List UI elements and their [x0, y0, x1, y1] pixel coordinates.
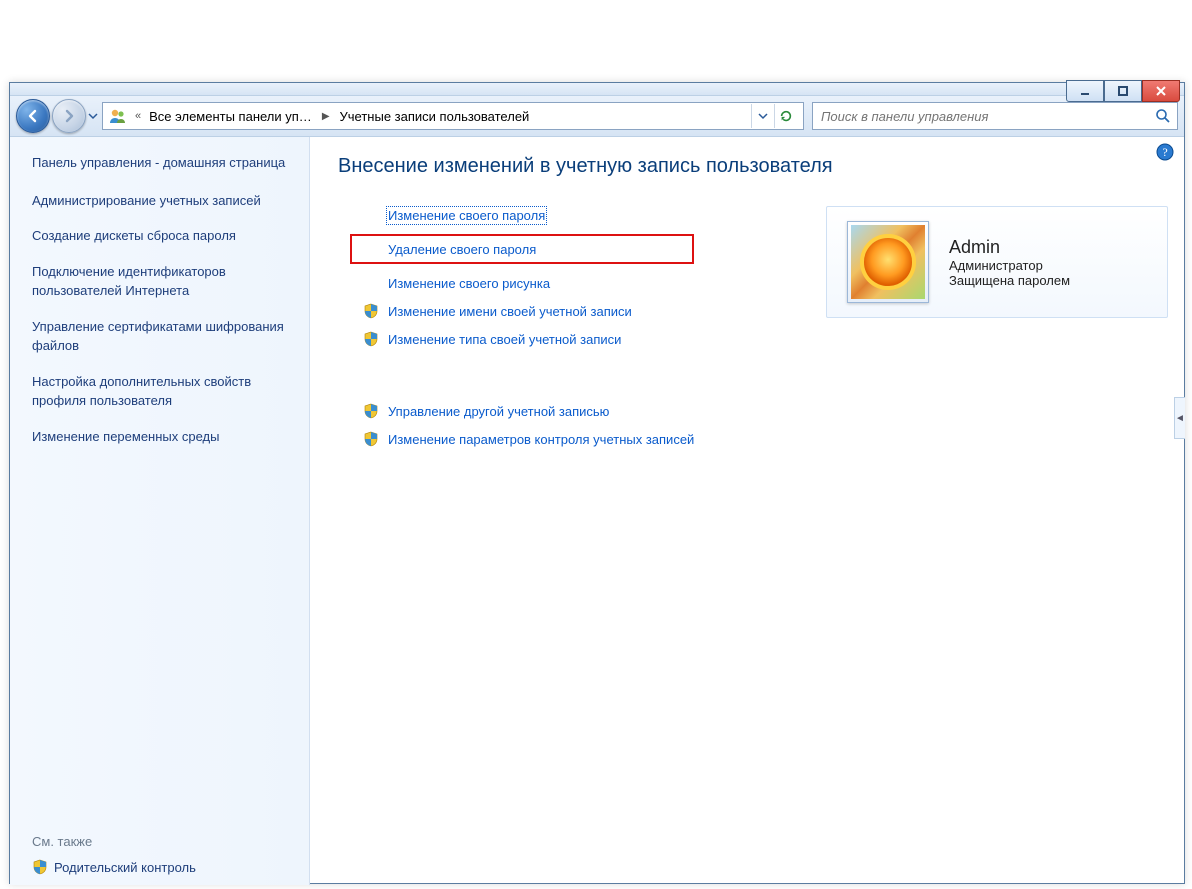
help-button[interactable]: ? [1156, 143, 1174, 161]
refresh-button[interactable] [774, 104, 797, 128]
minimize-icon [1079, 85, 1091, 97]
sidebar-link-link-online-ids[interactable]: Подключение идентификаторов пользователе… [32, 262, 297, 301]
close-button[interactable] [1142, 80, 1180, 102]
task-manage-other-account: Управление другой учетной записью [362, 402, 694, 420]
control-panel-home-link[interactable]: Панель управления - домашняя страница [32, 153, 297, 173]
task-change-uac-settings: Изменение параметров контроля учетных за… [362, 430, 694, 448]
shield-icon [32, 859, 48, 875]
close-icon [1155, 85, 1167, 97]
sidebar-link-env-vars[interactable]: Изменение переменных среды [32, 427, 297, 447]
task-list: Изменение своего пароля Удаление своего … [338, 206, 694, 458]
account-card: Admin Администратор Защищена паролем [826, 206, 1168, 318]
nav-history-dropdown[interactable] [86, 106, 100, 126]
chevron-down-icon [88, 111, 98, 121]
maximize-icon [1117, 85, 1129, 97]
back-arrow-icon [25, 108, 41, 124]
titlebar [10, 83, 1184, 96]
main: ? Внесение изменений в учетную запись по… [310, 137, 1184, 885]
task-link[interactable]: Изменение своего пароля [388, 208, 545, 223]
address-bar[interactable]: « Все элементы панели уп… ▶ Учетные запи… [102, 102, 804, 130]
address-dropdown-button[interactable] [751, 104, 774, 128]
task-link[interactable]: Удаление своего пароля [388, 242, 536, 257]
search-input[interactable] [819, 108, 1149, 125]
task-link[interactable]: Изменение своего рисунка [388, 276, 550, 291]
see-also-label: Родительский контроль [54, 860, 196, 875]
account-name: Admin [949, 237, 1070, 258]
control-panel-window: « Все элементы панели уп… ▶ Учетные запи… [9, 82, 1185, 884]
avatar [847, 221, 929, 303]
task-link[interactable]: Изменение имени своей учетной записи [388, 304, 632, 319]
sidebar-links: Администрирование учетных записей Создан… [32, 191, 297, 463]
shield-icon [362, 330, 380, 348]
breadcrumb-segment-1[interactable]: Все элементы панели уп… [149, 109, 312, 124]
window-buttons [1066, 80, 1180, 102]
svg-text:?: ? [1162, 145, 1167, 159]
chevron-left-icon: ◄ [1175, 413, 1185, 424]
navbar: « Все элементы панели уп… ▶ Учетные запи… [10, 96, 1184, 137]
task-change-account-type: Изменение типа своей учетной записи [362, 330, 694, 348]
task-change-account-name: Изменение имени своей учетной записи [362, 302, 694, 320]
chevron-down-icon [758, 111, 768, 121]
see-also-parental-controls[interactable]: Родительский контроль [32, 859, 297, 875]
forward-button[interactable] [52, 99, 86, 133]
shield-icon [362, 430, 380, 448]
sidebar-link-manage-accounts[interactable]: Администрирование учетных записей [32, 191, 297, 211]
task-link[interactable]: Управление другой учетной записью [388, 404, 609, 419]
avatar-image [851, 225, 925, 299]
see-also-header: См. также [32, 834, 297, 849]
maximize-button[interactable] [1104, 80, 1142, 102]
search-icon [1155, 108, 1171, 124]
task-remove-password: Удаление своего пароля [350, 234, 694, 264]
back-button[interactable] [16, 99, 50, 133]
sidebar-link-password-reset-disk[interactable]: Создание дискеты сброса пароля [32, 226, 297, 246]
search-box[interactable] [812, 102, 1178, 130]
sidebar-link-advanced-profile[interactable]: Настройка дополнительных свойств профиля… [32, 372, 297, 411]
breadcrumb-segment-2[interactable]: Учетные записи пользователей [340, 109, 530, 124]
expand-handle[interactable]: ◄ [1174, 397, 1185, 439]
shield-icon [362, 402, 380, 420]
breadcrumb-overflow-icon: « [133, 110, 143, 122]
body: Панель управления - домашняя страница Ад… [10, 137, 1184, 885]
breadcrumb-separator-icon: ▶ [318, 111, 334, 122]
account-info: Admin Администратор Защищена паролем [949, 237, 1070, 288]
refresh-icon [779, 109, 793, 123]
sidebar: Панель управления - домашняя страница Ад… [10, 137, 310, 885]
task-change-picture: Изменение своего рисунка [362, 274, 694, 292]
account-role: Администратор [949, 258, 1070, 273]
sidebar-link-manage-certificates[interactable]: Управление сертификатами шифрования файл… [32, 317, 297, 356]
task-link[interactable]: Изменение типа своей учетной записи [388, 332, 621, 347]
task-change-password: Изменение своего пароля [362, 206, 694, 224]
forward-arrow-icon [61, 108, 77, 124]
minimize-button[interactable] [1066, 80, 1104, 102]
help-icon: ? [1156, 143, 1174, 161]
user-accounts-icon [109, 107, 127, 125]
shield-icon [362, 302, 380, 320]
task-link[interactable]: Изменение параметров контроля учетных за… [388, 432, 694, 447]
account-protection: Защищена паролем [949, 273, 1070, 288]
page-heading: Внесение изменений в учетную запись поль… [338, 155, 1168, 178]
